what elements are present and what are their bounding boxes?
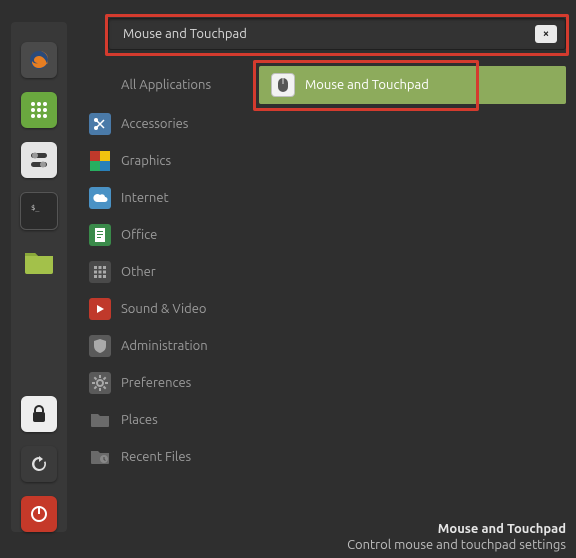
launcher-terminal[interactable]: $_ — [20, 192, 58, 230]
gear-icon — [89, 372, 111, 394]
category-all-applications[interactable]: All Applications — [85, 66, 249, 103]
category-other[interactable]: Other — [85, 253, 249, 290]
category-label: Office — [121, 228, 157, 242]
category-label: Graphics — [121, 154, 171, 168]
lock-icon — [31, 405, 47, 423]
category-preferences[interactable]: Preferences — [85, 364, 249, 401]
category-label: Places — [121, 413, 158, 427]
mouse-icon — [271, 73, 295, 97]
grid-small-icon — [89, 261, 111, 283]
menu-main: × All Applications Accessories Graphics … — [85, 14, 566, 548]
clear-icon: × — [543, 28, 549, 40]
category-label: Administration — [121, 339, 208, 353]
category-label: Accessories — [121, 117, 188, 131]
search-row: × — [85, 14, 566, 52]
search-field-wrap: × — [108, 18, 566, 50]
category-office[interactable]: Office — [85, 216, 249, 253]
category-recent-files[interactable]: Recent Files — [85, 438, 249, 475]
tooltip-title: Mouse and Touchpad — [347, 522, 566, 536]
app-result-label: Mouse and Touchpad — [305, 78, 429, 92]
launcher-refresh[interactable] — [21, 446, 57, 482]
launcher-files[interactable] — [21, 244, 57, 280]
category-label: Preferences — [121, 376, 191, 390]
refresh-icon — [29, 454, 49, 474]
category-label: Other — [121, 265, 156, 279]
category-administration[interactable]: Administration — [85, 327, 249, 364]
category-accessories[interactable]: Accessories — [85, 105, 249, 142]
category-sound-video[interactable]: Sound & Video — [85, 290, 249, 327]
search-clear-button[interactable]: × — [535, 25, 557, 43]
launcher-firefox[interactable] — [21, 42, 57, 78]
tooltip-subtitle: Control mouse and touchpad settings — [347, 538, 566, 552]
scissors-icon — [89, 113, 111, 135]
shield-icon — [89, 335, 111, 357]
app-result-mouse-touchpad[interactable]: Mouse and Touchpad — [259, 66, 566, 104]
category-list: All Applications Accessories Graphics In… — [85, 66, 249, 475]
search-input[interactable] — [109, 27, 535, 41]
category-graphics[interactable]: Graphics — [85, 142, 249, 179]
category-label: Internet — [121, 191, 169, 205]
play-icon — [89, 298, 111, 320]
power-icon — [30, 505, 48, 523]
clock-folder-icon — [89, 446, 111, 468]
terminal-icon: $_ — [28, 202, 50, 220]
cloud-icon — [89, 187, 111, 209]
launcher-apps-grid[interactable] — [21, 92, 57, 128]
launcher-lock[interactable] — [21, 396, 57, 432]
grid-icon — [29, 100, 49, 120]
app-tooltip: Mouse and Touchpad Control mouse and tou… — [347, 522, 566, 552]
category-label: All Applications — [121, 78, 211, 92]
category-internet[interactable]: Internet — [85, 179, 249, 216]
folder-icon — [89, 409, 111, 431]
launcher-settings[interactable] — [21, 142, 57, 178]
app-results: Mouse and Touchpad — [249, 66, 566, 475]
launcher-panel: $_ — [11, 22, 67, 532]
svg-text:$_: $_ — [31, 204, 40, 212]
category-label: Recent Files — [121, 450, 191, 464]
folder-icon — [23, 249, 55, 275]
firefox-icon — [27, 48, 51, 72]
category-places[interactable]: Places — [85, 401, 249, 438]
swatch-icon — [89, 150, 111, 172]
category-label: Sound & Video — [121, 302, 207, 316]
doc-icon — [89, 224, 111, 246]
toggles-icon — [28, 149, 50, 171]
launcher-power[interactable] — [21, 496, 57, 532]
